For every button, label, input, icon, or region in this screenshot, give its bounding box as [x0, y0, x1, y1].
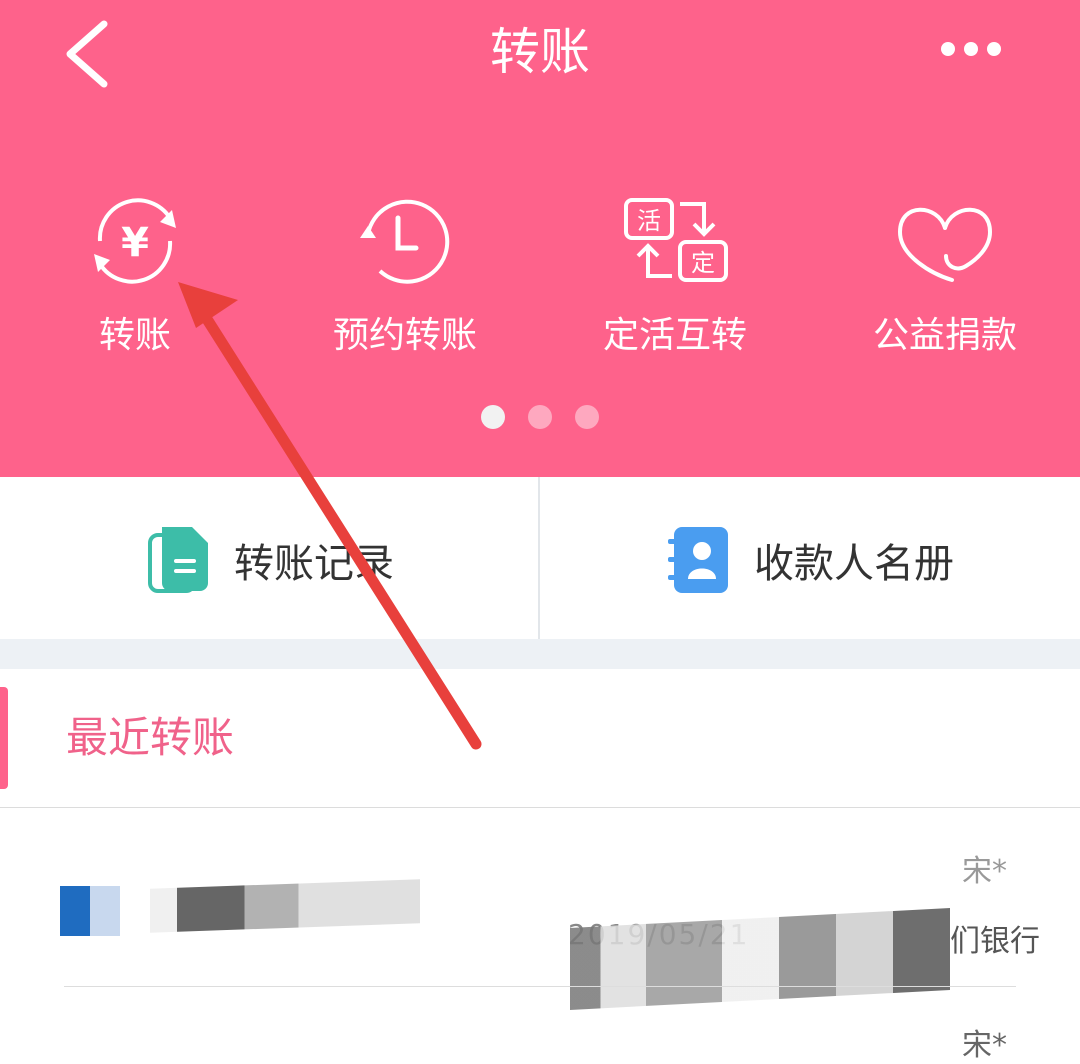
- quick-actions: 转账记录 收款人名册: [0, 477, 1080, 639]
- pager-dot[interactable]: [575, 405, 600, 429]
- section-gap: [0, 639, 1080, 669]
- redacted-account: [150, 879, 420, 933]
- contact-book-icon: [668, 527, 728, 593]
- feature-charity-donation[interactable]: 公益捐款: [855, 186, 1035, 376]
- bank-logo: [60, 886, 120, 936]
- transfer-records-label: 转账记录: [234, 541, 394, 587]
- divider: [538, 477, 540, 639]
- payee-book-button[interactable]: 收款人名册: [668, 525, 954, 595]
- pager-dots: [0, 405, 1080, 433]
- payee-book-label: 收款人名册: [754, 541, 954, 587]
- huo-glyph: 活: [637, 207, 661, 235]
- payee-name-partial: 宋*: [962, 854, 1007, 889]
- page-title: 转账: [490, 23, 590, 81]
- huo-ding-swap-icon: 活 定: [624, 198, 728, 282]
- feature-transfer[interactable]: ¥ 转账: [45, 186, 225, 376]
- section-accent-bar: [0, 687, 8, 789]
- more-dots-icon[interactable]: [936, 34, 1006, 64]
- yuan-transfer-icon: ¥: [94, 198, 176, 284]
- heart-icon: [897, 207, 993, 282]
- row-separator: [64, 986, 1016, 987]
- feature-label: 定活互转: [602, 315, 747, 356]
- feature-fixed-current-swap[interactable]: 活 定 定活互转: [585, 186, 765, 376]
- feature-label: 公益捐款: [872, 315, 1017, 356]
- transfer-records-button[interactable]: 转账记录: [148, 525, 394, 595]
- recent-transfers-header: 最近转账: [0, 669, 1080, 808]
- bank-name-partial: 们银行: [950, 924, 1040, 959]
- pager-dot-active[interactable]: [480, 405, 505, 429]
- recent-transfers-title: 最近转账: [66, 713, 235, 762]
- document-icon: [148, 527, 208, 593]
- header-banner: 转账 ¥ 转账 预约转账 活 定 定活互转 公益捐款: [0, 0, 1080, 477]
- clock-icon: [360, 199, 450, 284]
- svg-text:¥: ¥: [121, 220, 149, 266]
- feature-label: 转账: [98, 315, 171, 356]
- payee-name-partial: 宋*: [962, 1028, 1007, 1063]
- feature-scheduled-transfer[interactable]: 预约转账: [315, 186, 495, 376]
- pager-dot[interactable]: [528, 405, 552, 429]
- feature-label: 预约转账: [332, 315, 477, 356]
- ding-glyph: 定: [691, 249, 715, 277]
